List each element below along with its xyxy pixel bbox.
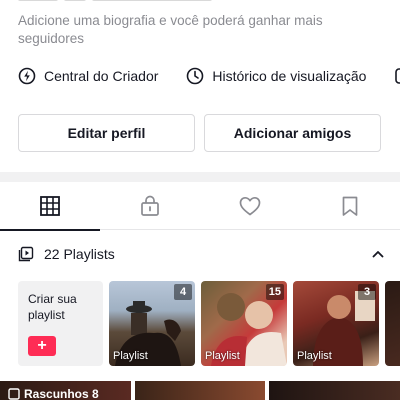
drafts-card[interactable]: Rascunhos 8: [0, 381, 131, 400]
playlists-row: Criar sua playlist + 4 Playlist 15 Playl…: [18, 281, 400, 366]
drafts-label-wrap: Rascunhos 8: [8, 387, 99, 400]
tab-liked[interactable]: [200, 182, 300, 230]
create-playlist-button[interactable]: +: [28, 336, 56, 356]
playlist-video-count: 3: [358, 284, 376, 300]
edit-profile-button[interactable]: Editar perfil: [18, 114, 195, 152]
playlist-card[interactable]: 15 Playlist: [201, 281, 287, 366]
view-history-label: Histórico de visualização: [212, 68, 367, 84]
profile-actions: Editar perfil Adicionar amigos: [18, 114, 381, 152]
cut-off-profile-stats: [18, 0, 248, 4]
playlist-icon: [18, 246, 34, 262]
heart-icon: [239, 196, 261, 216]
grid-icon: [40, 196, 60, 216]
playlist-card[interactable]: 3 Playlist: [293, 281, 379, 366]
playlist-label: Playlist: [297, 350, 332, 362]
playlist-label: Playlist: [205, 350, 240, 362]
section-divider: [0, 172, 400, 182]
creator-center-label: Central do Criador: [44, 68, 159, 84]
drafts-row: Rascunhos 8: [0, 381, 400, 400]
creator-center-link[interactable]: Central do Criador: [18, 67, 158, 85]
quick-links-row: Central do Criador Histórico de visualiz…: [18, 64, 400, 88]
video-thumbnail[interactable]: [269, 381, 400, 400]
playlists-header[interactable]: 22 Playlists: [18, 242, 386, 266]
drafts-label: Rascunhos 8: [24, 387, 99, 400]
clock-icon: [187, 67, 204, 85]
playlist-video-count: 4: [174, 284, 192, 300]
cut-off-icon: [395, 68, 400, 84]
playlists-count: 22 Playlists: [44, 246, 115, 262]
drafts-icon: [8, 388, 20, 400]
playlist-video-count: 15: [265, 284, 284, 300]
playlist-card[interactable]: 4 Playlist: [109, 281, 195, 366]
bookmark-icon: [342, 196, 358, 216]
profile-tabs: [0, 182, 400, 231]
more-link-partial[interactable]: [394, 67, 400, 85]
create-playlist-text: Criar sua playlist: [28, 292, 77, 322]
create-playlist-card[interactable]: Criar sua playlist +: [18, 281, 103, 366]
chevron-up-icon[interactable]: [370, 246, 386, 262]
tab-videos[interactable]: [0, 182, 100, 231]
tab-private[interactable]: [100, 182, 200, 230]
add-friends-button[interactable]: Adicionar amigos: [204, 114, 381, 152]
creator-center-icon: [18, 67, 36, 85]
tab-saved[interactable]: [300, 182, 400, 230]
playlist-card-partial[interactable]: [385, 281, 400, 366]
video-thumbnail[interactable]: [134, 381, 266, 400]
view-history-link[interactable]: Histórico de visualização: [186, 67, 366, 85]
lock-icon: [141, 195, 159, 216]
bio-prompt[interactable]: Adicione uma biografia e você poderá gan…: [18, 12, 338, 48]
playlist-label: Playlist: [113, 350, 148, 362]
